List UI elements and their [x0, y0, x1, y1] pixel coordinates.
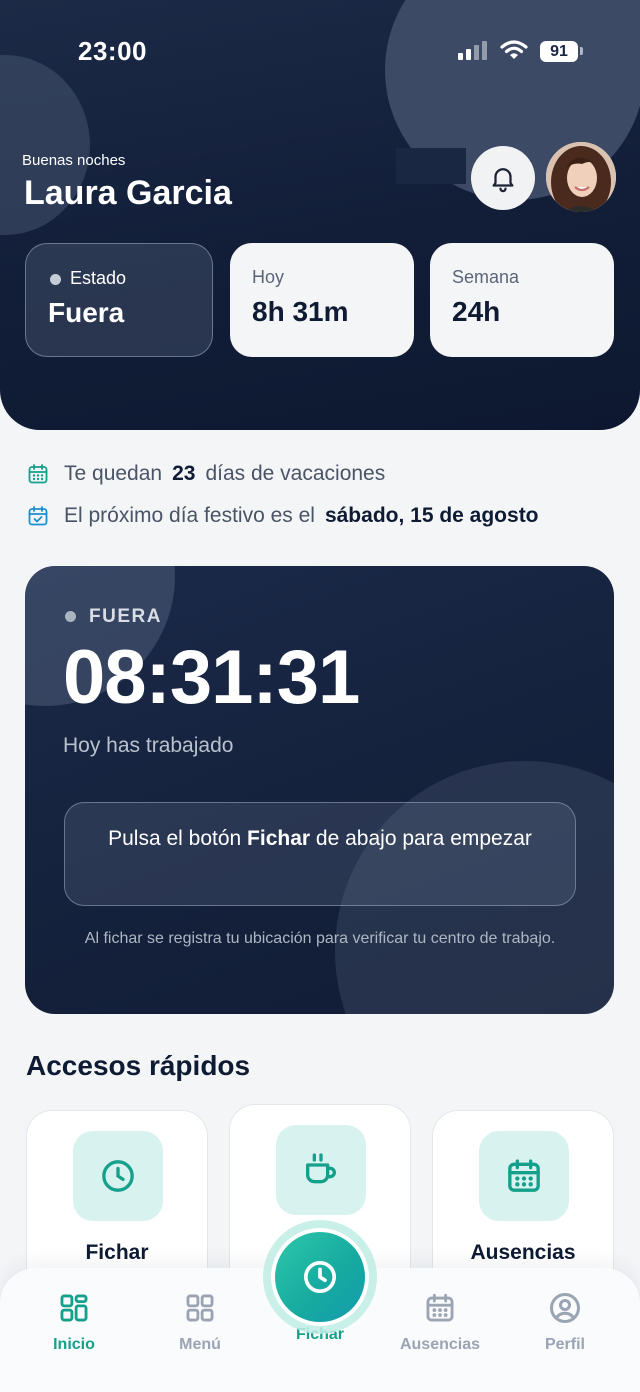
status-bar: 23:00 91 — [0, 0, 640, 100]
quick-access-icon-tile — [73, 1131, 163, 1221]
holiday-prefix: El próximo día festivo es el — [64, 504, 315, 527]
vacation-suffix: días de vacaciones — [205, 462, 386, 485]
holiday-info: El próximo día festivo es el sábado, 15 … — [26, 504, 549, 528]
week-card: Semana 24h — [430, 243, 614, 357]
wifi-icon — [500, 40, 528, 59]
clock-icon — [102, 1160, 134, 1192]
coffee-icon — [306, 1153, 336, 1184]
hint-suffix: de abajo para empezar — [315, 827, 532, 850]
nav-item-ausencias[interactable]: Ausencias — [380, 1290, 500, 1354]
fichar-fab-button[interactable] — [271, 1228, 369, 1326]
quick-access-icon-tile — [479, 1131, 569, 1221]
holiday-date: sábado, 15 de agosto — [324, 504, 539, 527]
hint-bold: Fichar — [247, 827, 311, 850]
timer-caption: Hoy has trabajado — [63, 734, 234, 757]
vacation-prefix: Te quedan — [64, 462, 163, 485]
avatar-image — [546, 142, 616, 212]
bell-icon — [492, 168, 514, 193]
quick-access-title: Accesos rápidos — [26, 1050, 251, 1081]
status-card-label: Estado — [48, 268, 212, 289]
calendar-icon — [28, 464, 48, 484]
calendar-icon — [426, 1293, 454, 1322]
today-card: Hoy 8h 31m — [230, 243, 414, 357]
dashboard-icon — [60, 1294, 88, 1322]
today-card-label: Hoy — [252, 267, 285, 287]
nav-label: Perfil — [544, 1336, 585, 1353]
avatar[interactable] — [546, 142, 616, 212]
battery-indicator: 91 — [540, 41, 578, 62]
nav-label: Menú — [179, 1336, 221, 1353]
timer-clock: 08:31:31 — [63, 635, 360, 720]
quick-access-label: Fichar — [85, 1241, 149, 1264]
today-card-value: 8h 31m — [252, 296, 349, 327]
vacation-info: Te quedan 23 días de vacaciones — [26, 462, 385, 486]
calendar-check-icon — [28, 506, 48, 526]
nav-item-menu[interactable]: Menú — [140, 1290, 260, 1354]
week-card-value: 24h — [452, 296, 501, 327]
quick-access-icon-tile — [276, 1125, 366, 1215]
nav-item-inicio[interactable]: Inicio — [14, 1290, 134, 1354]
week-card-label: Semana — [452, 267, 520, 287]
status-card-value: Fuera — [48, 297, 125, 328]
timer-card: FUERA 08:31:31 Hoy has trabajado Pulsa e… — [25, 566, 614, 1014]
header-decoration — [396, 148, 466, 184]
nav-label: Inicio — [53, 1336, 95, 1353]
vacation-days: 23 — [172, 462, 196, 485]
header: 23:00 91 Buenas noches Laura Garcia Esta… — [0, 0, 640, 430]
clock-in-hint: Pulsa el botón Fichar de abajo para empe… — [64, 802, 576, 906]
calendar-icon — [508, 1159, 540, 1192]
nav-item-perfil[interactable]: Perfil — [505, 1290, 625, 1354]
user-icon — [550, 1293, 580, 1323]
location-note: Al fichar se registra tu ubicación para … — [84, 930, 556, 947]
status-card: Estado Fuera — [25, 243, 213, 357]
user-name: Laura Garcia — [24, 174, 232, 212]
hint-prefix: Pulsa el botón — [108, 827, 242, 850]
quick-access-label: Ausencias — [470, 1241, 576, 1264]
greeting: Buenas noches — [22, 152, 126, 169]
timer-status: FUERA — [63, 606, 162, 628]
clock-icon — [304, 1261, 336, 1293]
nav-label: Ausencias — [399, 1336, 481, 1353]
grid-icon — [186, 1294, 214, 1322]
notifications-button[interactable] — [471, 146, 535, 210]
battery-tip — [580, 47, 583, 55]
status-time: 23:00 — [78, 36, 147, 66]
